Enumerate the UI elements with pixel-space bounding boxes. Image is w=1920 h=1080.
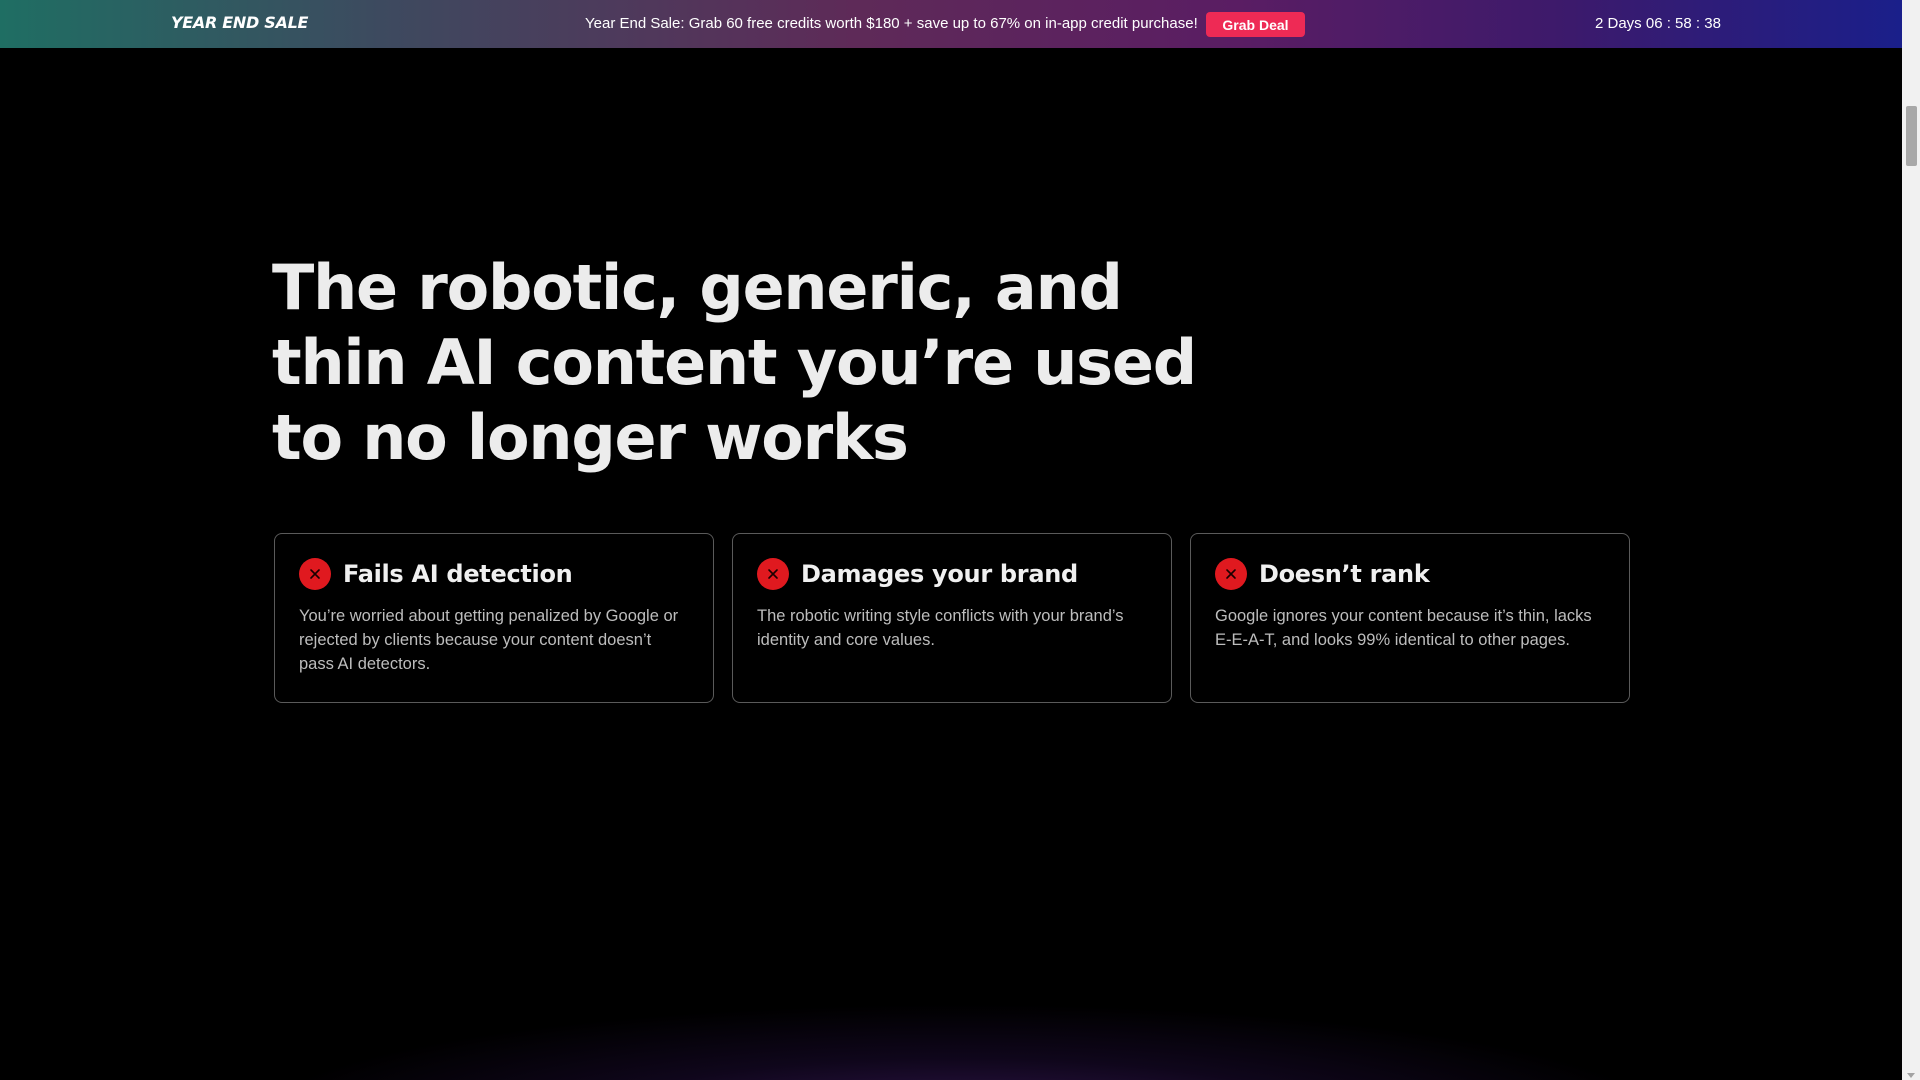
- promo-banner: YEAR END SALE Year End Sale: Grab 60 fre…: [0, 0, 1902, 48]
- promo-title: YEAR END SALE: [171, 13, 309, 32]
- page: YEAR END SALE Year End Sale: Grab 60 fre…: [0, 0, 1920, 1080]
- problem-card-ai-detection: Fails AI detection You’re worried about …: [274, 533, 714, 703]
- countdown-timer: 2 Days 06 : 58 : 38: [1595, 15, 1721, 32]
- scroll-down-arrow-icon[interactable]: [1907, 1073, 1915, 1078]
- background-glow: [20, 900, 1900, 1080]
- scrollbar-thumb[interactable]: [1906, 106, 1917, 166]
- x-icon: [1215, 558, 1247, 590]
- promo-message: Year End Sale: Grab 60 free credits wort…: [585, 15, 1198, 32]
- card-body: The robotic writing style conflicts with…: [757, 607, 1124, 649]
- card-title: Fails AI detection: [343, 560, 573, 588]
- card-title: Doesn’t rank: [1259, 560, 1430, 588]
- x-icon: [757, 558, 789, 590]
- card-title: Damages your brand: [801, 560, 1078, 588]
- problem-card-rank: Doesn’t rank Google ignores your content…: [1190, 533, 1630, 703]
- vertical-scrollbar[interactable]: [1902, 0, 1920, 1080]
- card-header: Damages your brand: [757, 558, 1147, 590]
- problem-card-brand: Damages your brand The robotic writing s…: [732, 533, 1172, 703]
- problem-cards: Fails AI detection You’re worried about …: [274, 533, 1630, 703]
- card-body: You’re worried about getting penalized b…: [299, 607, 679, 673]
- x-icon: [299, 558, 331, 590]
- card-header: Fails AI detection: [299, 558, 689, 590]
- card-body: Google ignores your content because it’s…: [1215, 607, 1592, 649]
- card-header: Doesn’t rank: [1215, 558, 1605, 590]
- grab-deal-button[interactable]: Grab Deal: [1206, 12, 1305, 37]
- page-headline: The robotic, generic, and thin AI conten…: [272, 251, 1197, 474]
